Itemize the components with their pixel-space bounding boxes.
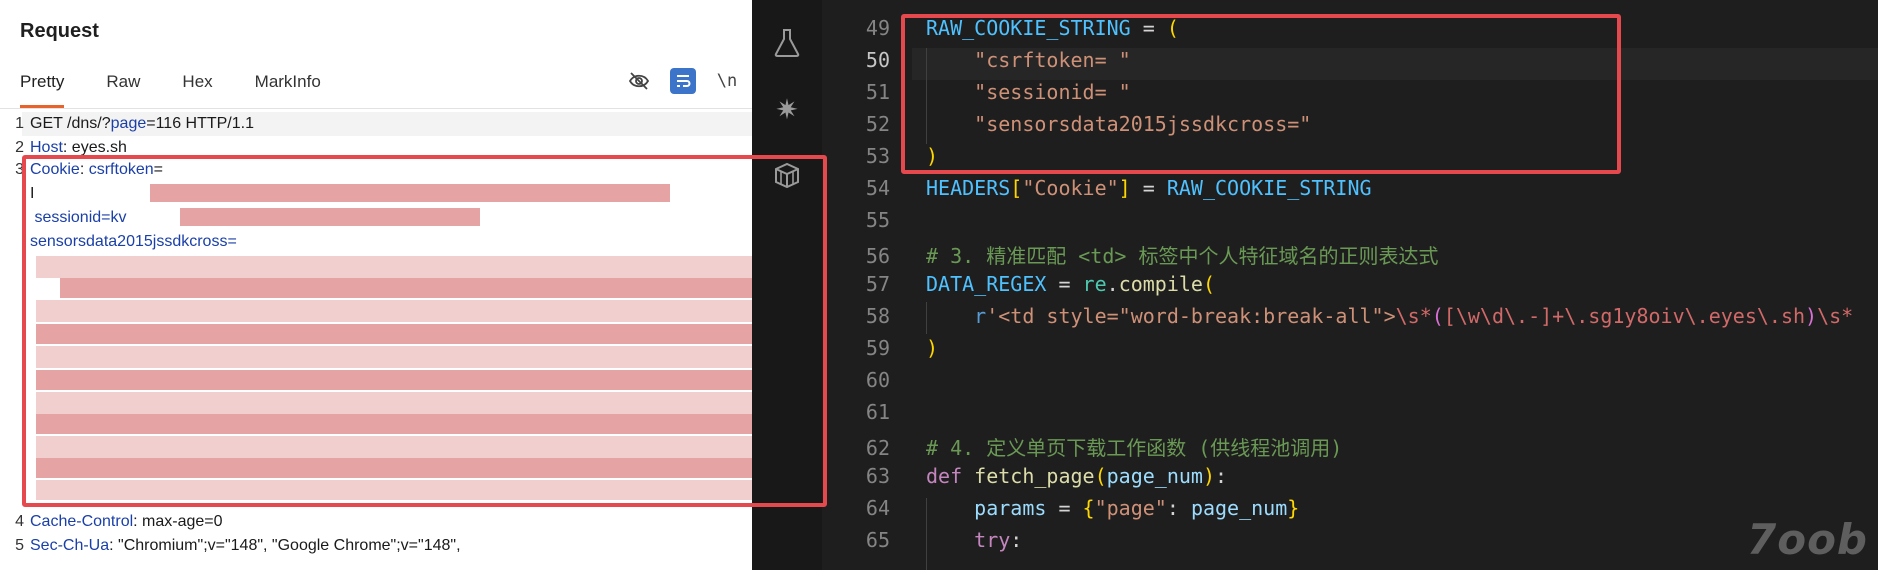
code-token: } — [1287, 496, 1300, 520]
code-token: \.sg1y8oiv\.eyes\.sh — [1564, 304, 1806, 328]
code-token: "page" — [1094, 496, 1167, 520]
code-token: # 3. 精准匹配 <td> 标签中个人特征域名的正则表达式 — [926, 244, 1439, 268]
code-line: 56 # 3. 精准匹配 <td> 标签中个人特征域名的正则表达式 — [822, 240, 1878, 272]
code-token: = — [1046, 272, 1083, 296]
code-token: = — [1130, 176, 1167, 200]
code-token: DATA_REGEX — [926, 272, 1047, 296]
code-token: r — [974, 304, 987, 328]
newline-toggle[interactable]: \n — [714, 68, 740, 94]
line-number: 53 — [865, 144, 890, 168]
code-token: HEADERS — [926, 176, 1011, 200]
highlight-box-cookie-header — [22, 155, 827, 507]
line-number: 52 — [865, 112, 890, 136]
line-number: 56 — [865, 244, 890, 268]
code-line: 58 r'<td style="word-break:break-all">\s… — [822, 304, 1878, 336]
code-line: 61 — [822, 400, 1878, 432]
code-token: . — [1106, 272, 1119, 296]
code-token: def — [926, 464, 963, 488]
highlight-box-cookie-string — [901, 14, 1621, 174]
watermark-logo: 7oob — [1747, 515, 1868, 564]
code-token: : — [1215, 464, 1228, 488]
line-number: 62 — [865, 436, 890, 460]
code-token: page_num — [1190, 496, 1288, 520]
line-number: 59 — [865, 336, 890, 360]
code-token: \s* — [1817, 304, 1854, 328]
code-token: try — [974, 528, 1011, 552]
code-line: 54 HEADERS["Cookie"] = RAW_COOKIE_STRING — [822, 176, 1878, 208]
code-token: compile — [1118, 272, 1203, 296]
code-token: ) — [926, 336, 939, 360]
header-cache-control: 4 Cache-Control: max-age=0 — [15, 513, 223, 530]
code-token: fetch_page — [974, 464, 1095, 488]
code-token: '<td style="word-break:break-all"> — [986, 304, 1396, 328]
code-token: ] — [1118, 176, 1131, 200]
code-token: ( — [1094, 464, 1107, 488]
code-line: 62 # 4. 定义单页下载工作函数 (供线程池调用) — [822, 432, 1878, 464]
line-number: 54 — [865, 176, 890, 200]
view-tabs: Pretty Raw Hex MarkInfo — [20, 72, 363, 108]
code-token: : — [1166, 496, 1191, 520]
line-number: 51 — [865, 80, 890, 104]
line-number: 49 — [865, 16, 890, 40]
line-number: 50 — [865, 48, 890, 72]
code-line: 64 params = {"page": page_num} — [822, 496, 1878, 528]
code-token: page_num — [1106, 464, 1203, 488]
header-sec-ch-ua: 5 Sec-Ch-Ua: "Chromium";v="148", "Google … — [15, 537, 461, 554]
code-token: ( — [1202, 272, 1216, 296]
editor-toolbar: \n ≡ — [626, 68, 752, 94]
tab-raw[interactable]: Raw — [106, 72, 140, 108]
code-token: # 4. 定义单页下载工作函数 (供线程池调用) — [926, 436, 1343, 460]
code-line: 60 — [822, 368, 1878, 400]
line-number: 61 — [865, 400, 890, 424]
code-token: { — [1082, 496, 1095, 520]
code-line: 57 DATA_REGEX = re.compile( — [822, 272, 1878, 304]
code-token: ) — [1805, 304, 1818, 328]
code-token: : — [1010, 528, 1023, 552]
eye-slash-icon[interactable] — [626, 68, 652, 94]
request-line: 1 GET /dns/?page=116 HTTP/1.1 — [15, 115, 254, 132]
code-token: ( — [1431, 304, 1444, 328]
line-number: 60 — [865, 368, 890, 392]
code-line: 59) — [822, 336, 1878, 368]
divider — [0, 108, 752, 109]
code-line: 63 def fetch_page(page_num): — [822, 464, 1878, 496]
word-wrap-icon[interactable] — [670, 68, 696, 94]
panel-title: Request — [20, 20, 99, 42]
code-token: RAW_COOKIE_STRING — [1166, 176, 1372, 200]
code-line: 55 — [822, 208, 1878, 240]
line-number: 57 — [865, 272, 890, 296]
code-token: ) — [1202, 464, 1216, 488]
sparkle-icon[interactable]: ✷ — [770, 92, 804, 126]
code-token: = — [1046, 496, 1083, 520]
line-number: 63 — [865, 464, 890, 488]
line-number: 58 — [865, 304, 890, 328]
tab-markinfo[interactable]: MarkInfo — [255, 72, 321, 108]
code-line: 65 try: — [822, 528, 1878, 560]
line-number: 55 — [865, 208, 890, 232]
code-token: re — [1082, 272, 1107, 296]
tab-hex[interactable]: Hex — [182, 72, 212, 108]
code-token: [\w\d\.-]+ — [1443, 304, 1565, 328]
code-token: "Cookie" — [1022, 176, 1119, 200]
line-number: 65 — [865, 528, 890, 552]
code-token: [ — [1010, 176, 1023, 200]
line-number: 64 — [865, 496, 890, 520]
tab-pretty[interactable]: Pretty — [20, 72, 65, 108]
flask-icon[interactable] — [770, 26, 804, 60]
code-token: \s* — [1395, 304, 1432, 328]
code-token: params — [974, 496, 1047, 520]
